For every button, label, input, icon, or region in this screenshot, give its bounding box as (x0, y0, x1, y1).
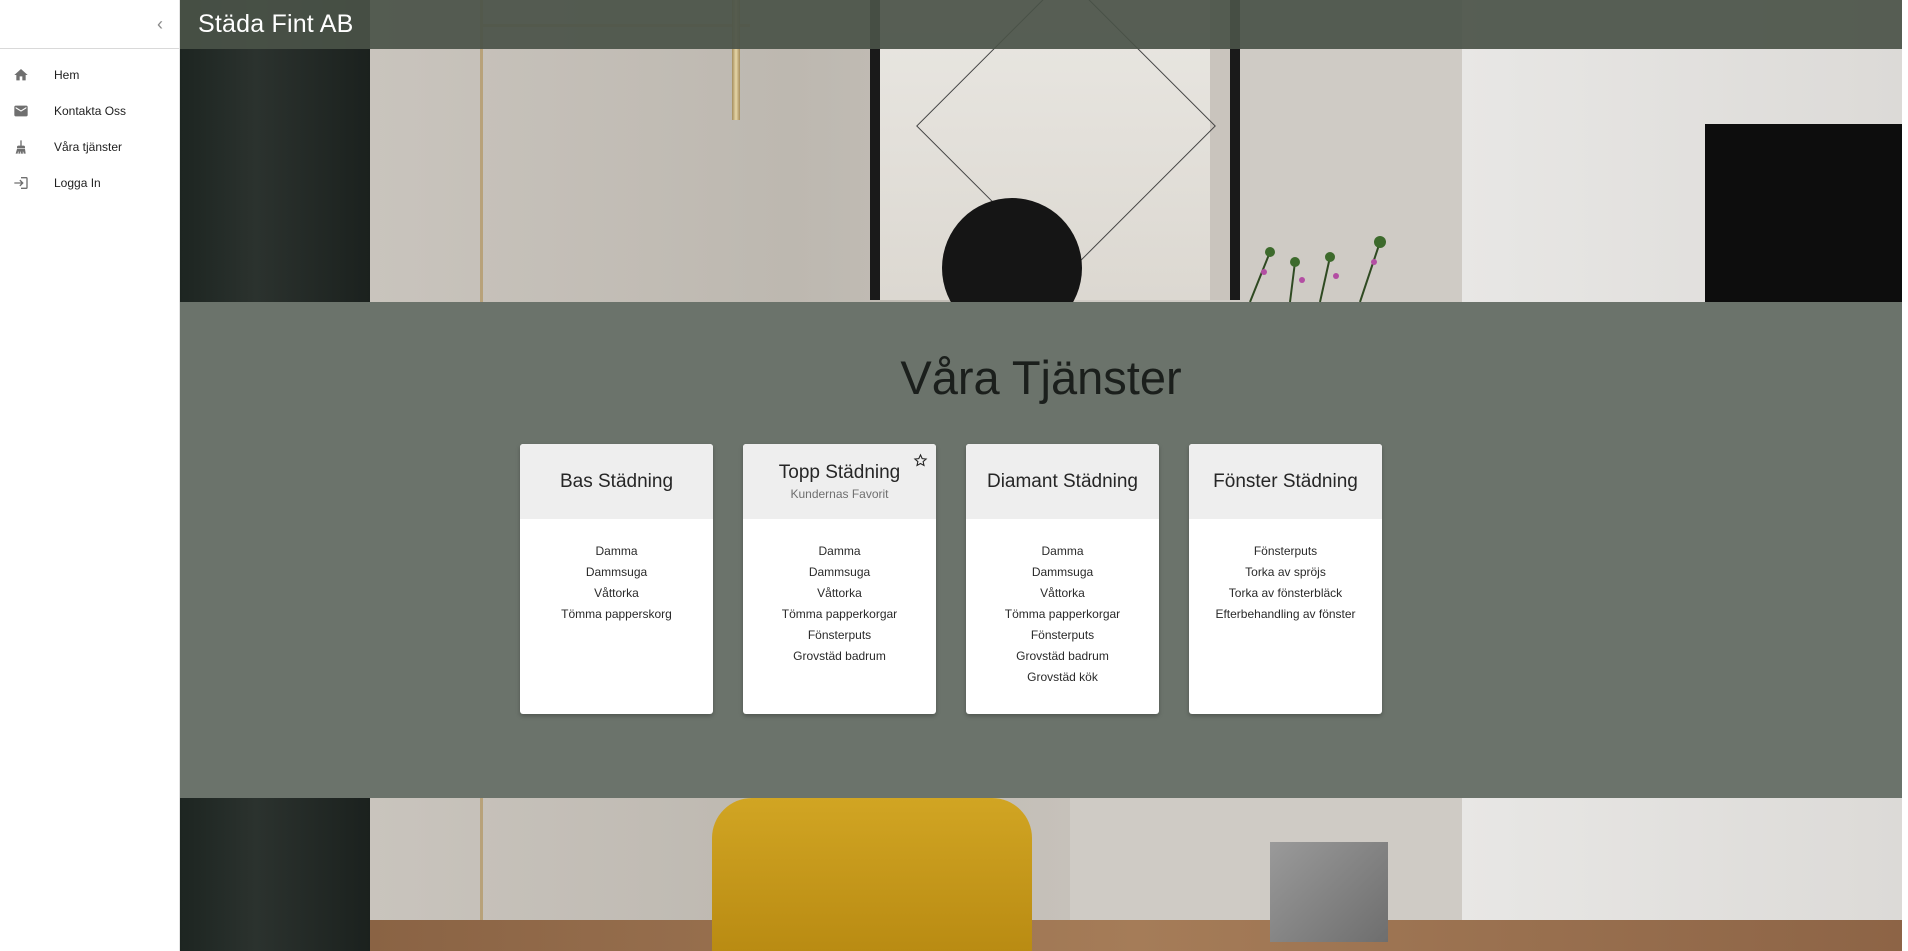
sidebar-item-hem[interactable]: Hem (0, 57, 179, 93)
card-feature-list: Fönsterputs Torka av spröjs Torka av fön… (1189, 519, 1382, 625)
list-item: Torka av spröjs (1245, 565, 1326, 579)
list-item: Fönsterputs (807, 628, 872, 642)
list-item: Damma (818, 544, 861, 558)
list-item: Dammsuga (808, 565, 871, 579)
card-title: Bas Städning (559, 470, 674, 492)
card-subtitle: Kundernas Favorit (790, 487, 889, 501)
sidebar-item-label: Logga In (54, 176, 101, 190)
services-section: Våra Tjänster Bas Städning Damma Dammsug… (180, 302, 1902, 798)
sidebar-item-label: Hem (54, 68, 80, 82)
hero-marble-cube (1270, 842, 1388, 942)
list-item: Damma (1041, 544, 1084, 558)
sidebar-item-label: Kontakta Oss (54, 104, 127, 118)
card-feature-list: Damma Dammsuga Våttorka Tömma papperkorg… (966, 519, 1159, 688)
mail-icon (12, 102, 30, 120)
card-header: Bas Städning (520, 444, 713, 519)
list-item: Torka av fönsterbläck (1228, 586, 1343, 600)
list-item: Tömma papperkorgar (1004, 607, 1121, 621)
sidebar-header: ‹ (0, 0, 179, 49)
sidebar-item-label: Våra tjänster (54, 140, 123, 154)
service-cards: Bas Städning Damma Dammsuga Våttorka Töm… (520, 444, 1382, 714)
service-card-bas[interactable]: Bas Städning Damma Dammsuga Våttorka Töm… (520, 444, 713, 714)
hero-plant (1249, 236, 1386, 302)
card-title: Fönster Städning (1213, 470, 1358, 492)
list-item: Grovstäd badrum (1016, 649, 1109, 663)
list-item: Våttorka (1040, 586, 1085, 600)
card-feature-list: Damma Dammsuga Våttorka Tömma papperskor… (520, 519, 713, 625)
card-title: Diamant Städning (986, 470, 1139, 492)
app-bar: Städa Fint AB (180, 0, 1902, 49)
hero-yellow-chair (712, 798, 1032, 951)
sidebar-item-logga-in[interactable]: Logga In (0, 165, 179, 201)
sidebar: ‹ Hem Kontakta Oss Våra tjänster Logga I… (0, 0, 180, 951)
list-item: Efterbehandling av fönster (1215, 607, 1356, 621)
services-heading: Våra Tjänster (900, 351, 1182, 404)
list-item: Våttorka (594, 586, 639, 600)
list-item: Dammsuga (585, 565, 648, 579)
home-icon (12, 66, 30, 84)
brush-icon (12, 138, 30, 156)
hero-tv (1705, 124, 1902, 324)
page-title: Städa Fint AB (198, 10, 354, 38)
sidebar-nav: Hem Kontakta Oss Våra tjänster Logga In (0, 57, 179, 201)
main-content: Städa Fint AB Våra Tjänster Bas Städning… (180, 0, 1902, 951)
star-icon[interactable] (913, 453, 928, 468)
list-item: Dammsuga (1031, 565, 1094, 579)
sidebar-item-vara-tjanster[interactable]: Våra tjänster (0, 129, 179, 165)
list-item: Fönsterputs (1253, 544, 1318, 558)
list-item: Tömma papperskorg (561, 607, 672, 621)
hero-floor (370, 920, 1902, 951)
sidebar-item-kontakta-oss[interactable]: Kontakta Oss (0, 93, 179, 129)
service-card-topp[interactable]: Topp Städning Kundernas Favorit Damma Da… (743, 444, 936, 714)
card-header: Fönster Städning (1189, 444, 1382, 519)
chevron-left-icon[interactable]: ‹ (157, 15, 163, 33)
list-item: Damma (595, 544, 638, 558)
service-card-fonster[interactable]: Fönster Städning Fönsterputs Torka av sp… (1189, 444, 1382, 714)
card-feature-list: Damma Dammsuga Våttorka Tömma papperkorg… (743, 519, 936, 667)
list-item: Grovstäd kök (1027, 670, 1098, 684)
card-header: Topp Städning Kundernas Favorit (743, 444, 936, 519)
service-card-diamant[interactable]: Diamant Städning Damma Dammsuga Våttorka… (966, 444, 1159, 714)
card-header: Diamant Städning (966, 444, 1159, 519)
list-item: Fönsterputs (1030, 628, 1095, 642)
list-item: Tömma papperkorgar (781, 607, 898, 621)
card-title: Topp Städning (778, 462, 901, 483)
list-item: Grovstäd badrum (793, 649, 886, 663)
list-item: Våttorka (817, 586, 862, 600)
login-icon (12, 174, 30, 192)
